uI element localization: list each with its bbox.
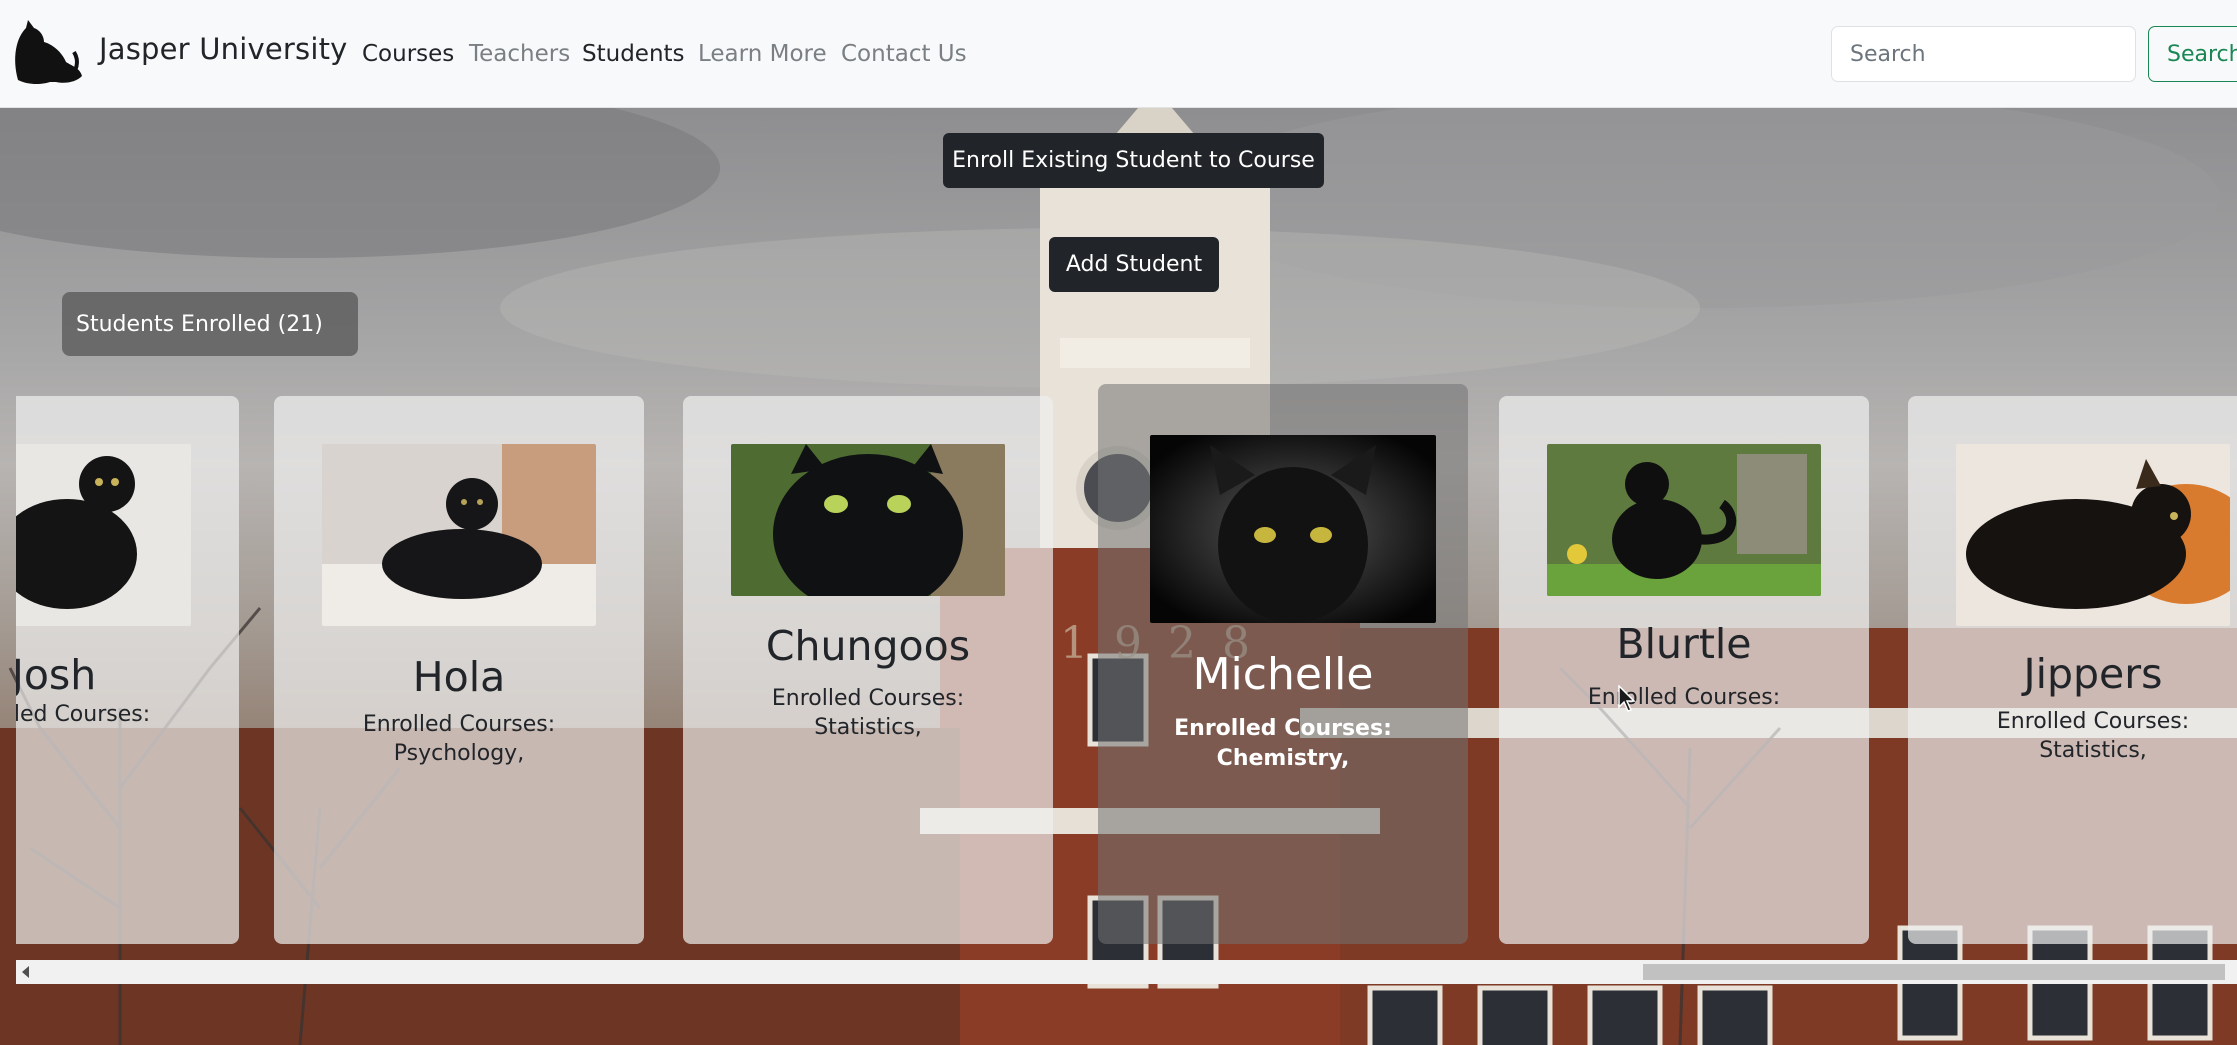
student-photo — [731, 444, 1005, 596]
enrolled-courses-list: Chemistry, — [1216, 746, 1350, 771]
student-photo — [1956, 444, 2230, 626]
enrolled-courses-list: Psychology, — [393, 741, 525, 766]
student-name: Blurtle — [1616, 620, 1752, 668]
mouse-cursor-icon — [1618, 685, 1636, 712]
black-cat-logo-icon[interactable] — [10, 18, 86, 88]
enroll-student-button[interactable]: Enroll Existing Student to Course — [943, 133, 1324, 188]
enrolled-courses-label: Enrolled Courses: — [771, 686, 965, 711]
student-photo — [1150, 435, 1436, 623]
enrolled-courses-list: Statistics, — [814, 715, 922, 740]
enrolled-courses-label: Enrolled Courses: — [362, 712, 556, 737]
top-navbar: Jasper University Courses Teachers Stude… — [0, 0, 2237, 108]
carousel-horizontal-scrollbar[interactable] — [16, 960, 2237, 984]
nav-teachers[interactable]: Teachers — [469, 41, 570, 67]
student-card-featured[interactable]: Michelle Enrolled Courses: Chemistry, — [1098, 384, 1468, 944]
enrolled-courses-label: Enrolled Courses: — [16, 702, 151, 727]
enrolled-courses-label: Enrolled Courses: — [1587, 685, 1781, 710]
enrolled-courses-label: Enrolled Courses: — [1996, 709, 2190, 734]
scroll-left-arrow-icon[interactable] — [22, 966, 29, 978]
student-card[interactable]: Chungoos Enrolled Courses: Statistics, — [683, 396, 1053, 944]
student-card[interactable]: Josh Enrolled Courses: — [16, 396, 239, 944]
student-name: Jippers — [2023, 650, 2163, 698]
student-name: Chungoos — [765, 622, 971, 670]
student-card[interactable]: Blurtle Enrolled Courses: — [1499, 396, 1869, 944]
search-input[interactable] — [1831, 26, 2136, 82]
student-photo — [16, 444, 191, 626]
enrolled-courses-label: Enrolled Courses: — [1174, 716, 1392, 741]
scrollbar-thumb[interactable] — [1643, 964, 2225, 980]
nav-students[interactable]: Students — [582, 41, 685, 67]
student-name: Michelle — [1192, 649, 1374, 700]
nav-learn-more[interactable]: Learn More — [698, 41, 827, 67]
nav-contact-us[interactable]: Contact Us — [841, 41, 967, 67]
student-card[interactable]: Hola Enrolled Courses: Psychology, — [274, 396, 644, 944]
student-photo — [322, 444, 596, 626]
student-name: Hola — [412, 653, 506, 701]
search-button[interactable]: Search — [2148, 26, 2237, 82]
students-enrolled-badge[interactable]: Students Enrolled (21) — [62, 292, 358, 356]
student-card-carousel[interactable]: Josh Enrolled Courses: Hola Enrolled Cou… — [16, 380, 2237, 960]
nav-courses[interactable]: Courses — [362, 41, 454, 67]
add-student-button[interactable]: Add Student — [1049, 237, 1219, 292]
student-card[interactable]: Jippers Enrolled Courses: Statistics, — [1908, 396, 2237, 944]
student-photo — [1547, 444, 1821, 596]
brand-name[interactable]: Jasper University — [99, 32, 348, 66]
enrolled-courses-list: Statistics, — [2039, 738, 2147, 763]
student-name: Josh — [16, 651, 97, 699]
